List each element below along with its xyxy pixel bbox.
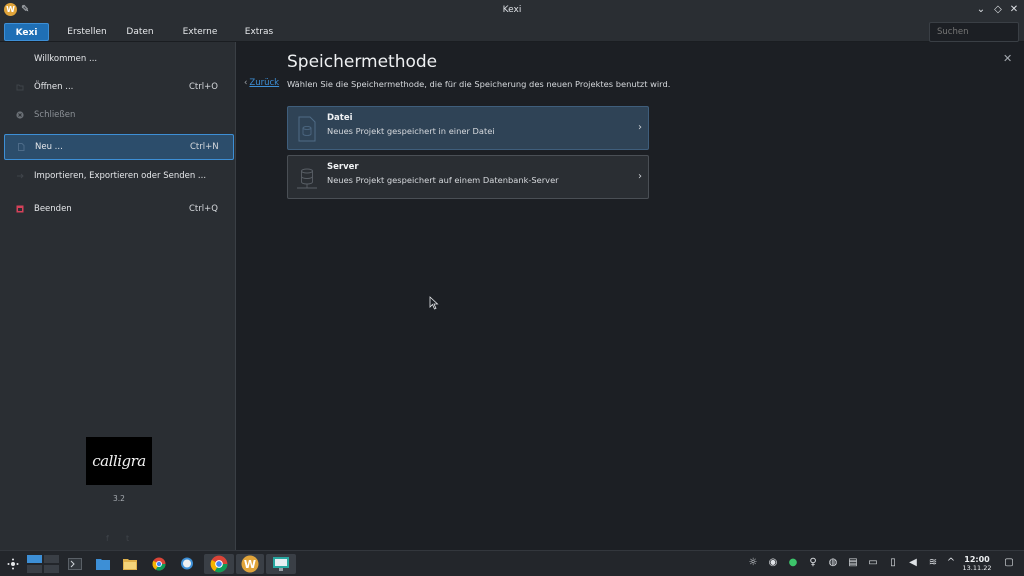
messenger-icon[interactable] [178,554,196,574]
window-title: Kexi [502,5,522,15]
terminal-icon[interactable] [66,554,84,574]
social-icon[interactable]: f [106,534,114,543]
close-window-icon[interactable]: ✕ [1007,3,1021,17]
option-description: Neues Projekt gespeichert auf einem Date… [327,175,559,185]
tray-expand-icon[interactable]: ^ [944,556,958,570]
social-icon[interactable]: t [126,534,134,543]
menu-item-willkommen[interactable]: Willkommen ... [4,46,234,72]
app-launcher-icon[interactable] [4,554,22,574]
search-input[interactable] [929,22,1019,42]
menu-item-label: Neu ... [35,142,63,152]
lightbulb-icon[interactable]: ♀ [806,556,820,570]
open-icon [16,84,24,91]
close-page-icon[interactable]: ✕ [1003,52,1012,65]
clock-time: 12:00 [964,555,990,564]
version-label: 3.2 [113,494,125,503]
tab-extras[interactable]: Extras [242,23,276,41]
file-database-icon [298,116,316,142]
menu-item-label: Schließen [34,110,76,120]
update-icon[interactable]: ◍ [826,556,840,570]
menu-item-shortcut: Ctrl+Q [189,204,218,214]
calligra-logo: calligra [86,437,152,485]
menu-item-schliessen: Schließen [4,102,234,128]
main-content: Speichermethode ✕ ‹ Zurück Wählen Sie die… [237,42,1024,550]
menu-item-label: Importieren, Exportieren oder Senden ... [34,171,207,181]
folder-icon[interactable] [121,554,139,574]
page-subtitle: Wählen Sie die Speichermethode, die für … [287,79,671,89]
menu-item-label: Öffnen ... [34,82,74,92]
menu-item-shortcut: Ctrl+N [190,142,219,152]
close-circle-icon [16,111,24,119]
tab-erstellen[interactable]: Erstellen [62,23,112,41]
task-kexi[interactable]: W [236,554,264,574]
menu-item-oeffnen[interactable]: Öffnen ... Ctrl+O [4,74,234,100]
ribbon-tab-bar: Kexi Erstellen Daten Externe Daten Extra… [0,20,1024,55]
option-title: Datei [327,113,353,123]
chrome-icon[interactable] [150,554,168,574]
tab-kexi[interactable]: Kexi [4,23,49,41]
menu-item-label: Beenden [34,204,72,214]
menu-item-neu[interactable]: Neu ... Ctrl+N [4,134,234,160]
back-label: Zurück [249,78,280,88]
menu-item-label: Willkommen ... [34,54,98,64]
menu-item-beenden[interactable]: Beenden Ctrl+Q [4,196,234,222]
taskbar: W ☼ ◉ ● ♀ ◍ ▤ ▭ ▯ ◀ ≋ ^ 12:00 13.11.22 ▢ [0,550,1024,576]
show-desktop-icon[interactable]: ▢ [1002,556,1016,570]
quit-icon [16,205,24,213]
kexi-menu-panel: Willkommen ... Öffnen ... Ctrl+O Schließ… [0,42,236,550]
back-link[interactable]: ‹ Zurück [244,78,279,88]
import-export-icon [17,173,24,179]
option-title: Server [327,162,359,172]
volume-icon[interactable]: ◀ [906,556,920,570]
clipboard-icon[interactable]: ▤ [846,556,860,570]
option-description: Neues Projekt gespeichert in einer Datei [327,126,495,136]
task-chrome[interactable] [204,554,234,574]
virtual-desktop-pager[interactable] [26,554,60,574]
menu-item-shortcut: Ctrl+O [189,82,218,92]
server-database-icon [297,168,317,189]
new-document-icon [18,143,25,151]
chevron-left-icon: ‹ [244,78,248,88]
clock-date: 13.11.22 [962,564,992,572]
mouse-cursor-icon [429,296,439,310]
page-title: Speichermethode [287,52,438,72]
steam-icon[interactable]: ◉ [766,556,780,570]
clock[interactable]: 12:00 13.11.22 [958,555,996,572]
option-file[interactable]: Datei Neues Projekt gespeichert in einer… [287,106,649,150]
notification-bell-icon[interactable]: ☼ [746,556,760,570]
ghost-app-icon[interactable]: ● [786,556,800,570]
minimize-icon[interactable]: ⌄ [974,3,988,17]
menu-item-importieren[interactable]: Importieren, Exportieren oder Senden ... [4,163,234,189]
file-manager-icon[interactable] [94,554,112,574]
option-server[interactable]: Server Neues Projekt gespeichert auf ein… [287,155,649,199]
svg-text:W: W [244,558,256,571]
calligra-logo-text: calligra [92,452,146,470]
battery-icon[interactable]: ▯ [886,556,900,570]
tab-externe-daten[interactable]: Externe Daten [168,23,232,55]
task-screenshot-tool[interactable] [266,554,296,574]
chevron-right-icon: › [638,171,642,182]
wifi-icon[interactable]: ≋ [926,556,940,570]
device-icon[interactable]: ▭ [866,556,880,570]
title-bar: W ✎ Kexi ⌄ ◇ ✕ [0,0,1024,20]
maximize-icon[interactable]: ◇ [991,3,1005,17]
chevron-right-icon: › [638,122,642,133]
tab-daten[interactable]: Daten [122,23,158,41]
